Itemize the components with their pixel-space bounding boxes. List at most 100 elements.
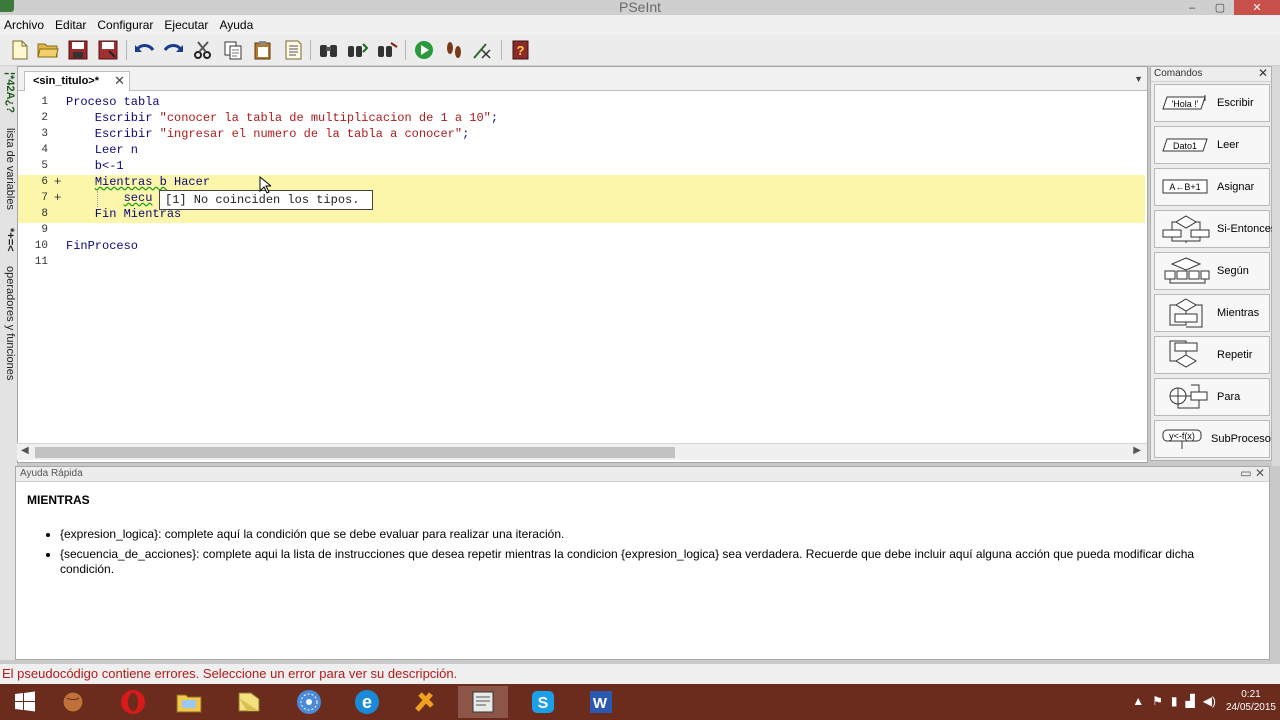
undo-icon[interactable] (133, 38, 157, 62)
line-text: Mientras b Hacer (66, 175, 210, 189)
tab-operators-functions[interactable]: operadores y funciones (1, 266, 16, 380)
scrollbar-thumb[interactable] (35, 447, 675, 458)
run-icon[interactable] (412, 38, 436, 62)
menu-ayuda[interactable]: Ayuda (219, 18, 253, 32)
replace-icon[interactable] (376, 38, 400, 62)
menu-bar: Archivo Editar Configurar Ejecutar Ayuda (0, 15, 1280, 35)
code-token: "conocer la tabla de multiplicacion de 1… (159, 111, 491, 125)
editor-horizontal-scrollbar[interactable]: ◀ ▶ (17, 443, 1147, 460)
line-number: 10 (34, 240, 48, 252)
commands-panel-header: Comandos ✕ (1151, 66, 1271, 82)
cmd-mientras[interactable]: Mientras (1154, 294, 1270, 332)
status-bar[interactable]: El pseudocódigo contiene errores. Selecc… (0, 664, 1280, 684)
code-line[interactable]: 6 + Mientras b Hacer (18, 175, 1145, 191)
copy-icon[interactable] (221, 38, 245, 62)
tab-close-icon[interactable]: ✕ (114, 73, 125, 89)
code-token: b<-1 (66, 159, 124, 173)
help-icon[interactable]: ? (508, 38, 532, 62)
taskbar-app-opera[interactable] (108, 686, 158, 718)
start-button[interactable] (0, 686, 50, 718)
code-line[interactable]: 3 Escribir "ingresar el numero de la tab… (18, 127, 1145, 143)
taskbar-app-skype[interactable]: S (518, 686, 568, 718)
quick-help-controls[interactable]: ▭ ✕ (1240, 466, 1265, 480)
if-then-icon (1162, 215, 1210, 243)
menu-ejecutar[interactable]: Ejecutar (164, 18, 208, 32)
code-line[interactable]: 9 (18, 223, 1145, 239)
taskbar-app-tool[interactable] (400, 686, 450, 718)
fold-marker-icon[interactable]: + (54, 191, 61, 205)
commands-panel-title: Comandos (1154, 68, 1203, 79)
cmd-leer[interactable]: Dato1 Leer (1154, 126, 1270, 164)
code-line[interactable]: 5 b<-1 (18, 159, 1145, 175)
cmd-asignar-label: Asignar (1217, 181, 1255, 193)
cmd-escribir[interactable]: 'Hola !' Escribir (1154, 84, 1270, 122)
toolbar: ? (0, 35, 1280, 66)
taskbar-app-word[interactable]: W (576, 686, 626, 718)
new-file-icon[interactable] (8, 38, 32, 62)
minimize-button[interactable]: – (1178, 0, 1206, 15)
svg-text:W: W (593, 695, 608, 712)
search-icon[interactable] (317, 38, 341, 62)
tab-variables-list[interactable]: lista de variables (1, 128, 16, 210)
taskbar-app-files[interactable] (224, 686, 274, 718)
taskbar-app-explorer[interactable] (164, 686, 214, 718)
save-icon[interactable] (66, 38, 90, 62)
close-window-button[interactable]: ✕ (1234, 0, 1280, 15)
menu-configurar[interactable]: Configurar (97, 18, 153, 32)
right-collapsed-strip[interactable] (1272, 66, 1280, 466)
svg-text:y<-f(x): y<-f(x) (1169, 431, 1195, 441)
line-number: 8 (41, 208, 48, 220)
tray-flag-icon[interactable]: ⚑ (1152, 694, 1163, 708)
tray-volume-icon[interactable]: ◀) (1203, 694, 1216, 708)
tray-network-icon[interactable]: ▟ (1185, 694, 1194, 708)
code-line[interactable]: 10 FinProceso (18, 239, 1145, 255)
quick-help-header: Ayuda Rápida ▭ ✕ (16, 466, 1269, 482)
taskbar-app-edge[interactable]: e (342, 686, 392, 718)
taskbar-clock[interactable]: 0:21 24/05/2015 (1226, 688, 1276, 714)
taskbar-app-media[interactable] (284, 686, 334, 718)
find-next-icon[interactable] (346, 38, 370, 62)
debug-icon[interactable] (471, 38, 495, 62)
maximize-button[interactable]: ▢ (1206, 0, 1234, 15)
redo-icon[interactable] (161, 38, 185, 62)
menu-archivo[interactable]: Archivo (4, 18, 44, 32)
commands-panel: Comandos ✕ 'Hola !' Escribir Dato1 Leer … (1150, 66, 1276, 461)
code-line[interactable]: 11 (18, 255, 1145, 271)
code-line[interactable]: 4 Leer n (18, 143, 1145, 159)
cmd-repetir[interactable]: Repetir (1154, 336, 1270, 374)
step-icon[interactable] (442, 38, 466, 62)
cut-icon[interactable] (191, 38, 215, 62)
tab-sin-titulo[interactable]: <sin_titulo>* ✕ (24, 71, 130, 91)
for-loop-icon (1169, 384, 1208, 409)
scroll-left-icon[interactable]: ◀ (21, 445, 29, 456)
save-as-icon[interactable] (96, 38, 120, 62)
open-folder-icon[interactable] (36, 38, 60, 62)
line-text: Escribir "conocer la tabla de multiplica… (66, 111, 498, 125)
tray-battery-icon[interactable]: ▮ (1171, 694, 1178, 708)
commands-panel-close-icon[interactable]: ✕ (1258, 66, 1268, 80)
code-line[interactable]: 2 Escribir "conocer la tabla de multipli… (18, 111, 1145, 127)
indent-icon[interactable] (281, 38, 305, 62)
ops-symbols: *+=< (4, 228, 16, 252)
while-icon (1169, 298, 1203, 328)
scroll-right-icon[interactable]: ▶ (1133, 445, 1141, 456)
menu-editar[interactable]: Editar (55, 18, 86, 32)
line-number: 11 (34, 256, 48, 268)
cmd-asignar[interactable]: A←B+1 Asignar (1154, 168, 1270, 206)
cmd-para-label: Para (1217, 391, 1241, 403)
paste-icon[interactable] (251, 38, 275, 62)
tab-list-dropdown-icon[interactable]: ▼ (1134, 74, 1143, 84)
line-text: secu (66, 191, 153, 205)
cmd-subproceso[interactable]: y<-f(x) SubProceso (1154, 420, 1271, 458)
taskbar-app-pseint[interactable] (458, 686, 508, 718)
cmd-segun[interactable]: Según (1154, 252, 1270, 290)
code-line[interactable]: 1 Proceso tabla (18, 95, 1145, 111)
tray-chevron-up-icon[interactable]: ▲ (1132, 694, 1144, 708)
cmd-si-entonces[interactable]: Si-Entonces (1154, 210, 1276, 248)
fold-marker-icon[interactable]: + (54, 175, 61, 189)
cmd-para[interactable]: Para (1154, 378, 1270, 416)
taskbar-app-glove[interactable] (48, 686, 98, 718)
code-editor[interactable]: 1 Proceso tabla 2 Escribir "conocer la tab… (18, 92, 1145, 446)
help-item-expresion-logica: {expresion_logica}: complete aquí la con… (60, 527, 1250, 542)
